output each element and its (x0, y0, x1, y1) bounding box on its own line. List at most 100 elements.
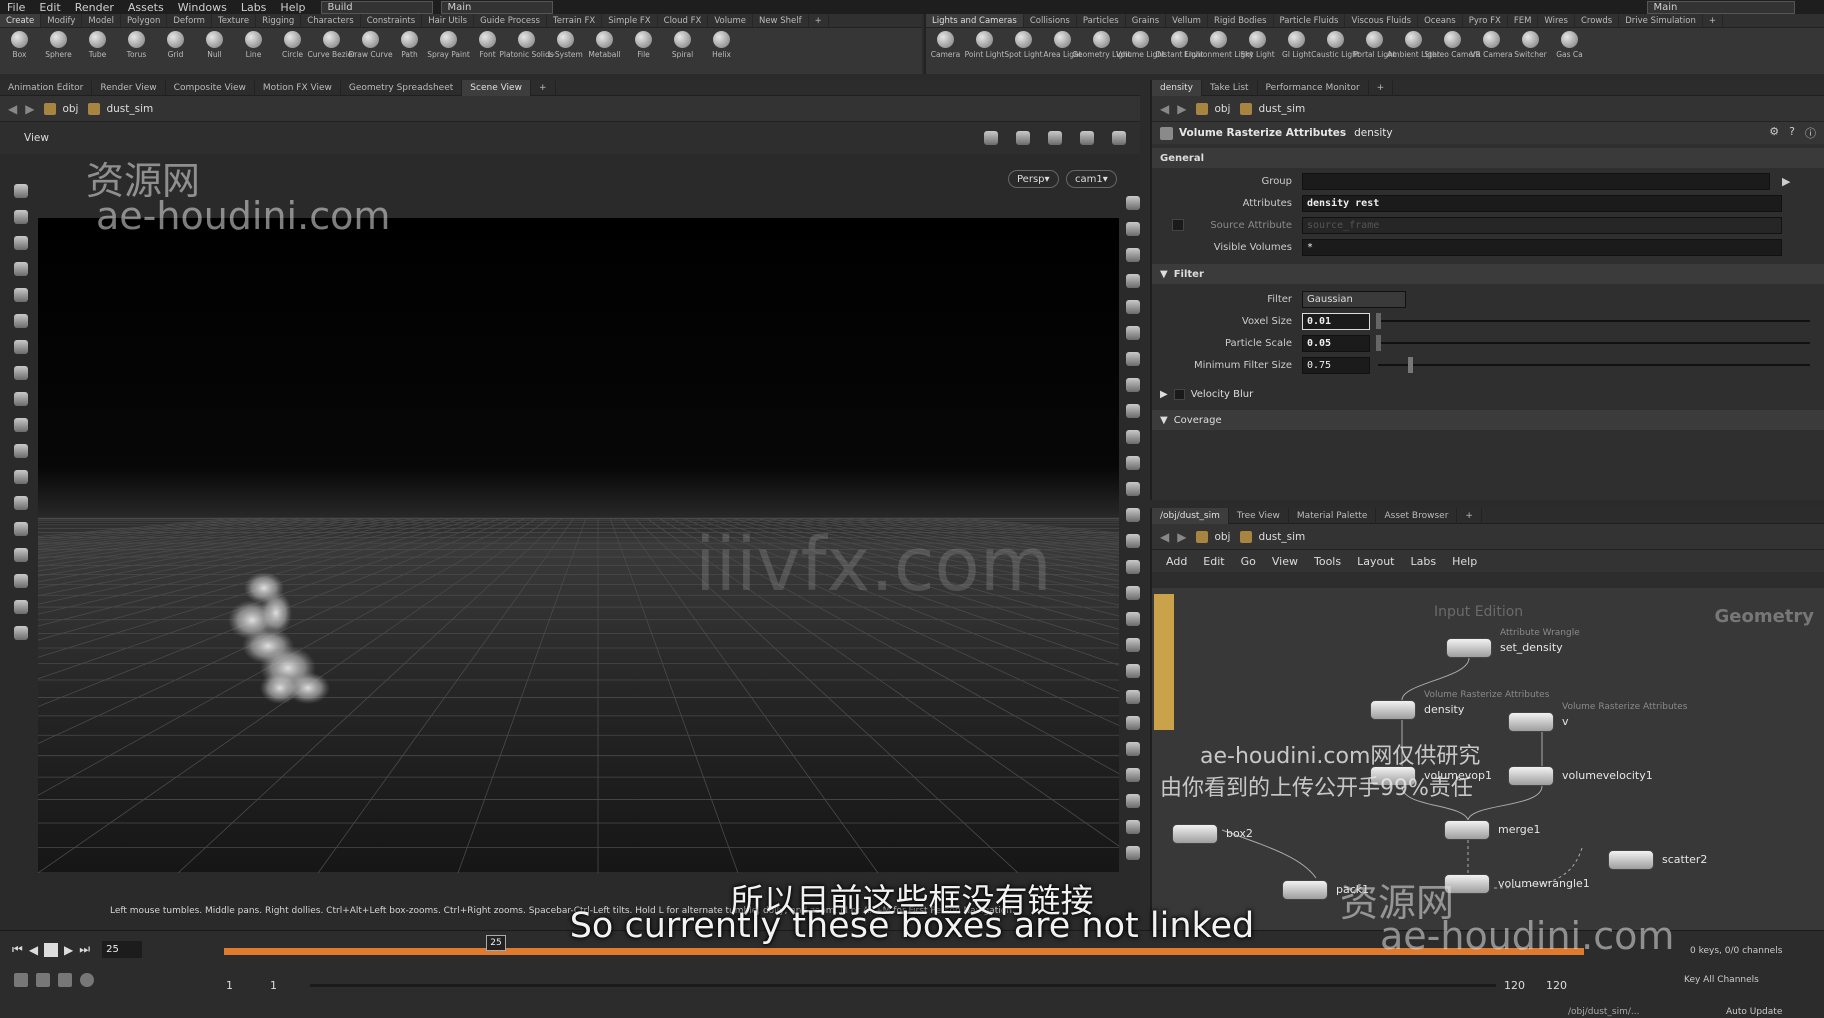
shelf-tool-file[interactable]: File (624, 28, 663, 59)
display-option-10-icon[interactable] (1120, 450, 1146, 476)
node-shape[interactable] (1508, 766, 1554, 786)
particle-scale-slider[interactable] (1376, 335, 1810, 351)
viewer-tool-16-icon[interactable] (8, 594, 34, 620)
path-obj[interactable]: obj (44, 102, 78, 115)
shelf-tool-draw-curve[interactable]: Draw Curve (348, 28, 393, 59)
snap-icon[interactable] (978, 127, 1004, 149)
particle-scale-field[interactable]: 0.05 (1302, 334, 1370, 352)
shelf-tool-vr-camera[interactable]: VR Camera (1470, 28, 1513, 59)
shelf-tool-environment-light[interactable]: Environment Light (1184, 28, 1253, 59)
auto-update-button[interactable]: Auto Update (1726, 1007, 1782, 1017)
display-option-16-icon[interactable] (1120, 606, 1146, 632)
shelf-tool-spiral[interactable]: Spiral (663, 28, 702, 59)
section-velocity-blur[interactable]: ▶ Velocity Blur (1152, 384, 1824, 404)
tab-asset-browser[interactable]: Asset Browser (1376, 507, 1458, 524)
add-tab-icon[interactable]: + (1703, 14, 1723, 27)
tab-oceans[interactable]: Oceans (1418, 14, 1463, 27)
viewer-tool-15-icon[interactable] (8, 568, 34, 594)
menu-windows[interactable]: Windows (171, 1, 234, 14)
section-general[interactable]: General (1152, 148, 1824, 168)
key-all-channels-button[interactable]: Key All Channels (1684, 975, 1759, 985)
shelf-tool-sphere[interactable]: Sphere (39, 28, 78, 59)
forward-arrow-icon[interactable]: ▶ (1177, 530, 1186, 544)
range-slider[interactable] (310, 984, 1496, 987)
viewer-tool-9-icon[interactable] (8, 412, 34, 438)
velocity-blur-checkbox[interactable] (1173, 388, 1185, 400)
slider-handle[interactable] (1376, 313, 1381, 329)
shelf-tool-torus[interactable]: Torus (117, 28, 156, 59)
node-shape[interactable] (1370, 700, 1416, 720)
realtime-icon[interactable] (80, 973, 94, 987)
shelf-tool-caustic-light[interactable]: Caustic Light (1311, 28, 1360, 59)
tab-crowds[interactable]: Crowds (1575, 14, 1620, 27)
shelf-tool-l-system[interactable]: L-System (546, 28, 585, 59)
display-option-23-icon[interactable] (1120, 788, 1146, 814)
display-option-21-icon[interactable] (1120, 736, 1146, 762)
display-option-24-icon[interactable] (1120, 814, 1146, 840)
min-filter-size-slider[interactable] (1378, 357, 1810, 373)
path-dust-sim[interactable]: dust_sim (1240, 102, 1305, 115)
shelf-tool-stereo-camera[interactable]: Stereo Camera (1424, 28, 1481, 59)
network-menu-labs[interactable]: Labs (1411, 555, 1437, 568)
viewer-tool-13-icon[interactable] (8, 516, 34, 542)
tab-pyro-fx[interactable]: Pyro FX (1463, 14, 1508, 27)
tab-drive-simulation[interactable]: Drive Simulation (1619, 14, 1703, 27)
voxel-size-field[interactable]: 0.01 (1302, 312, 1370, 330)
shelf-tool-sky-light[interactable]: Sky Light (1238, 28, 1277, 59)
right-desktop-dropdown[interactable]: Main (1646, 0, 1795, 14)
persp-menu[interactable]: Persp ▾ (1008, 170, 1059, 188)
shelf-tool-box[interactable]: Box (0, 28, 39, 59)
display-option-14-icon[interactable] (1120, 554, 1146, 580)
add-tab-icon[interactable]: + (531, 79, 556, 96)
viewer-tool-0-icon[interactable] (8, 178, 34, 204)
node-shape[interactable] (1608, 850, 1654, 870)
min-filter-size-field[interactable]: 0.75 (1302, 356, 1370, 374)
tab-hair-utils[interactable]: Hair Utils (422, 14, 475, 27)
source-attribute-checkbox[interactable] (1172, 219, 1184, 231)
menu-labs[interactable]: Labs (234, 1, 274, 14)
grid-icon[interactable] (1074, 127, 1100, 149)
help-icon[interactable]: ? (1789, 125, 1795, 141)
back-arrow-icon[interactable]: ◀ (1160, 530, 1169, 544)
network-menu-help[interactable]: Help (1452, 555, 1477, 568)
tab-rigid-bodies[interactable]: Rigid Bodies (1208, 14, 1274, 27)
display-option-1-icon[interactable] (1120, 216, 1146, 242)
tab-constraints[interactable]: Constraints (361, 14, 423, 27)
shelf-tool-platonic-solids[interactable]: Platonic Solids (499, 28, 554, 59)
tab-model[interactable]: Model (82, 14, 121, 27)
viewer-tool-2-icon[interactable] (8, 230, 34, 256)
tab-density[interactable]: density (1152, 79, 1202, 96)
filter-menu[interactable]: Gaussian (1302, 290, 1406, 308)
tab-characters[interactable]: Characters (301, 14, 361, 27)
tab-performance-monitor[interactable]: Performance Monitor (1258, 79, 1369, 96)
shelf-tool-spot-light[interactable]: Spot Light (1004, 28, 1043, 59)
path-obj[interactable]: obj (1196, 102, 1230, 115)
network-menu-layout[interactable]: Layout (1357, 555, 1394, 568)
tab-cloud-fx[interactable]: Cloud FX (658, 14, 709, 27)
shelf-tool-spray-paint[interactable]: Spray Paint (427, 28, 470, 59)
display-option-7-icon[interactable] (1120, 372, 1146, 398)
camera-menu[interactable]: cam1 ▾ (1066, 170, 1117, 188)
display-option-12-icon[interactable] (1120, 502, 1146, 528)
viewer-tool-5-icon[interactable] (8, 308, 34, 334)
tab-polygon[interactable]: Polygon (121, 14, 168, 27)
network-menu-view[interactable]: View (1272, 555, 1298, 568)
playback-end-field[interactable]: 120 (1504, 979, 1525, 992)
desktop-dropdown[interactable]: Build (320, 0, 433, 14)
tab-render-view[interactable]: Render View (92, 79, 166, 96)
tab-viscous-fluids[interactable]: Viscous Fluids (1345, 14, 1419, 27)
viewer-tool-8-icon[interactable] (8, 386, 34, 412)
menu-edit[interactable]: Edit (32, 1, 67, 14)
tab-motion-fx-view[interactable]: Motion FX View (255, 79, 341, 96)
tab-material-palette[interactable]: Material Palette (1289, 507, 1377, 524)
viewer-tool-3-icon[interactable] (8, 256, 34, 282)
viewer-tool-10-icon[interactable] (8, 438, 34, 464)
section-filter[interactable]: ▼ Filter (1152, 264, 1824, 284)
info-icon[interactable]: ⓘ (1805, 125, 1816, 141)
shelf-tool-circle[interactable]: Circle (273, 28, 312, 59)
tab-deform[interactable]: Deform (167, 14, 212, 27)
path-dust-sim[interactable]: dust_sim (1240, 530, 1305, 543)
viewer-tool-7-icon[interactable] (8, 360, 34, 386)
source-attribute-field[interactable]: source_frame (1302, 216, 1782, 234)
slider-handle[interactable] (1408, 357, 1413, 373)
